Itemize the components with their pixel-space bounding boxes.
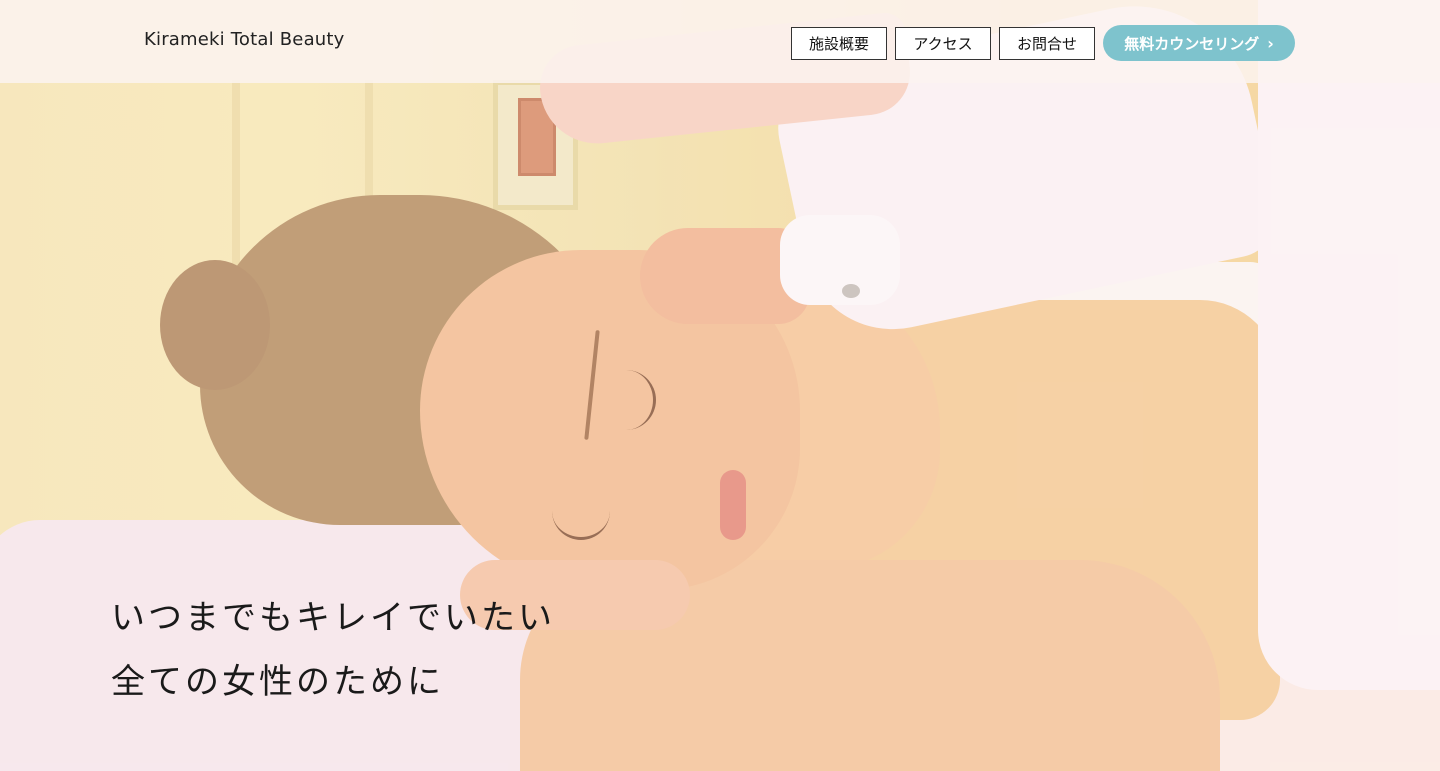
nav-access-button[interactable]: アクセス bbox=[895, 26, 991, 60]
catchcopy-line1: いつまでもキレイでいたい bbox=[111, 598, 555, 638]
main-nav: 施設概要 アクセス お問合せ 無料カウンセリング › bbox=[791, 25, 1295, 61]
nav-contact-button[interactable]: お問合せ bbox=[999, 26, 1095, 60]
site-logo[interactable]: Kirameki Total Beauty bbox=[144, 29, 345, 50]
chevron-right-icon: › bbox=[1267, 33, 1274, 53]
site-header: Kirameki Total Beauty 施設概要 アクセス お問合せ 無料カ… bbox=[0, 0, 1440, 83]
free-counseling-label: 無料カウンセリング bbox=[1124, 34, 1260, 53]
free-counseling-button[interactable]: 無料カウンセリング › bbox=[1103, 25, 1295, 61]
nav-facility-button[interactable]: 施設概要 bbox=[791, 26, 887, 60]
hero-catchcopy: いつまでもキレイでいたい 全ての女性のために bbox=[111, 586, 555, 714]
catchcopy-line2: 全ての女性のために bbox=[111, 662, 444, 702]
